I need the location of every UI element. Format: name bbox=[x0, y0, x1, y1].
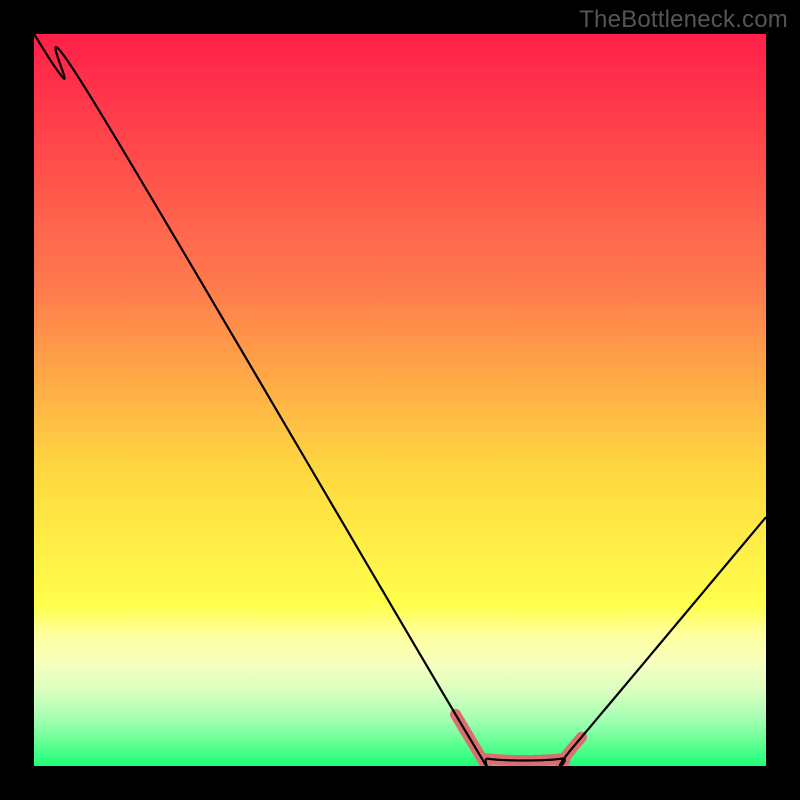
watermark-text: TheBottleneck.com bbox=[579, 6, 788, 34]
plot-area bbox=[34, 34, 766, 766]
chart-wrapper: TheBottleneck.com bbox=[0, 0, 800, 800]
chart-svg bbox=[34, 34, 766, 766]
gradient-background bbox=[34, 34, 766, 766]
